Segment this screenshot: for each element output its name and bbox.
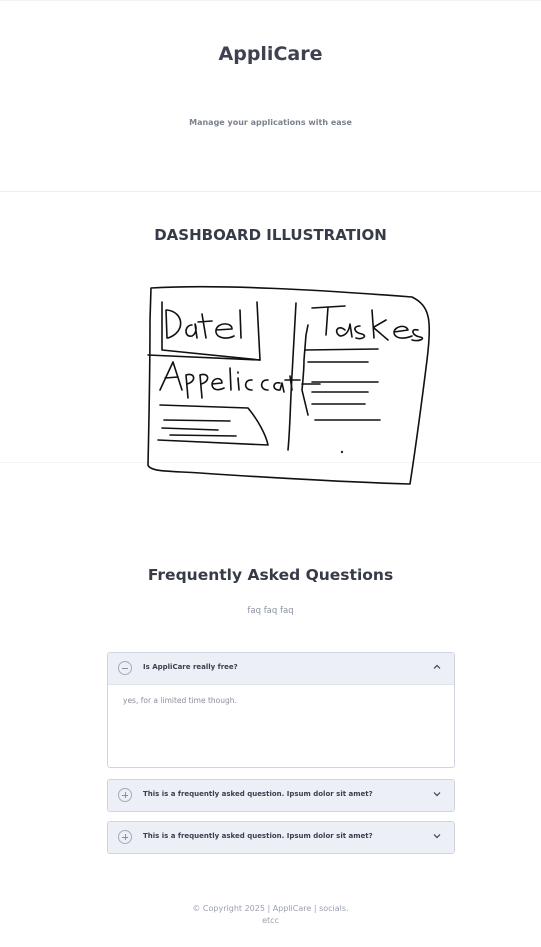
plus-circle-icon[interactable] (118, 830, 132, 844)
dashboard-sketch-image (147, 285, 431, 485)
faq-item-1-answer: yes, for a limited time though. (108, 684, 454, 767)
footer: © Copyright 2025 | AppliCare | socials. … (0, 903, 541, 927)
faq-item-1-header[interactable]: Is AppliCare really free? (108, 653, 454, 684)
app-title: AppliCare (218, 43, 323, 65)
plus-circle-icon[interactable] (118, 788, 132, 802)
faq-item-2-question: This is a frequently asked question. Ips… (143, 790, 373, 798)
hero-section: AppliCare Manage your applications with … (0, 0, 541, 192)
minus-circle-icon[interactable] (118, 661, 132, 675)
footer-extra-text: etcc (262, 916, 279, 925)
illustration-heading: DASHBOARD ILLUSTRATION (154, 226, 387, 244)
tagline: Manage your applications with ease (189, 118, 352, 127)
copyright-text: © Copyright 2025 | AppliCare | socials. (192, 904, 349, 913)
faq-item-2-header[interactable]: This is a frequently asked question. Ips… (108, 780, 454, 811)
faq-item-2: This is a frequently asked question. Ips… (107, 779, 455, 812)
faq-item-3-question: This is a frequently asked question. Ips… (143, 832, 373, 840)
faq-item-3-header[interactable]: This is a frequently asked question. Ips… (108, 822, 454, 853)
faq-title: Frequently Asked Questions (147, 566, 394, 584)
chevron-down-icon[interactable] (432, 789, 442, 799)
faq-item-3: This is a frequently asked question. Ips… (107, 821, 455, 854)
chevron-down-icon[interactable] (432, 831, 442, 841)
chevron-up-icon[interactable] (432, 662, 442, 672)
faq-subtitle: faq faq faq (247, 606, 294, 616)
faq-item-1-question: Is AppliCare really free? (143, 663, 238, 671)
faq-item-1: Is AppliCare really free? yes, for a lim… (107, 652, 455, 768)
